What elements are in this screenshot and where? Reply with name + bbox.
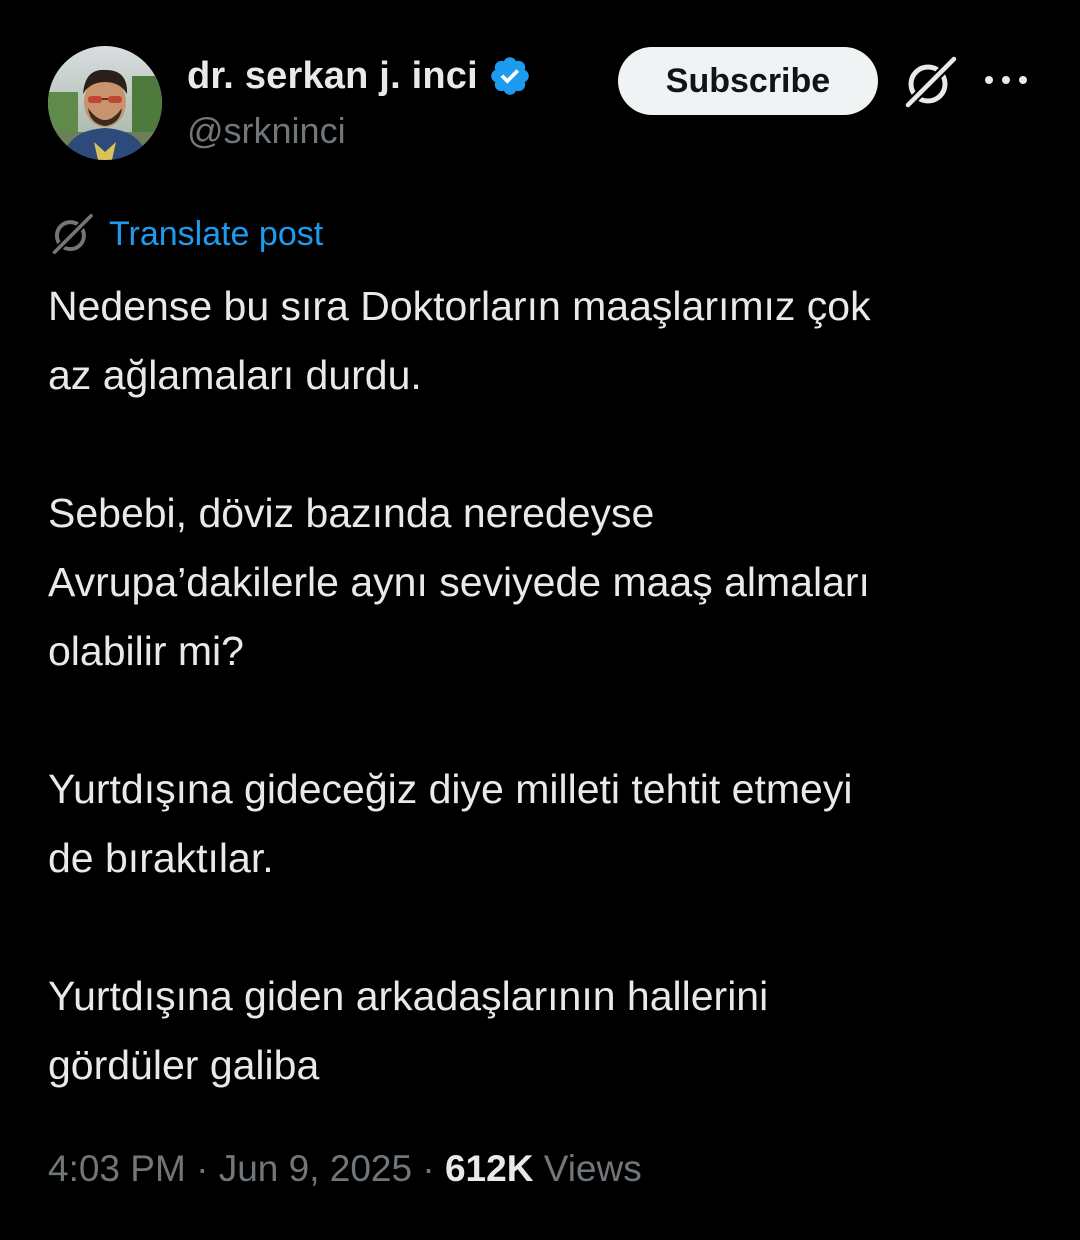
post-date[interactable]: Jun 9, 2025 (219, 1148, 412, 1189)
post-meta: 4:03 PM · Jun 9, 2025 · 612K Views (48, 1148, 642, 1190)
post-paragraph: Sebebi, döviz bazında neredeyse Avrupa’d… (48, 490, 870, 674)
grok-icon[interactable] (901, 54, 959, 110)
translate-post-link[interactable]: Translate post (109, 215, 323, 254)
views-label[interactable]: Views (544, 1148, 642, 1189)
more-options-icon[interactable] (983, 70, 1029, 90)
post-paragraph: Nedense bu sıra Doktorların maaşlarımız … (48, 283, 871, 398)
subscribe-button[interactable]: Subscribe (618, 47, 878, 115)
views-count[interactable]: 612K (445, 1148, 533, 1189)
meta-separator: · (196, 1148, 209, 1189)
post-paragraph: Yurtdışına gideceğiz diye milleti tehtit… (48, 766, 853, 881)
translate-post[interactable]: Translate post (49, 211, 323, 257)
display-name[interactable]: dr. serkan j. inci (187, 55, 478, 98)
meta-separator: · (422, 1148, 435, 1189)
author-handle[interactable]: @srkninci (187, 110, 346, 152)
grok-icon (49, 211, 95, 257)
post-text: Nedense bu sıra Doktorların maaşlarımız … (48, 272, 1048, 1100)
post-header: dr. serkan j. inci @srkninci Subscribe (48, 46, 1048, 162)
post-paragraph: Yurtdışına giden arkadaşlarının hallerin… (48, 973, 769, 1088)
avatar[interactable] (48, 46, 162, 160)
author-name-row[interactable]: dr. serkan j. inci (187, 54, 532, 98)
verified-badge-icon[interactable] (488, 54, 532, 98)
post-time[interactable]: 4:03 PM (48, 1148, 186, 1189)
